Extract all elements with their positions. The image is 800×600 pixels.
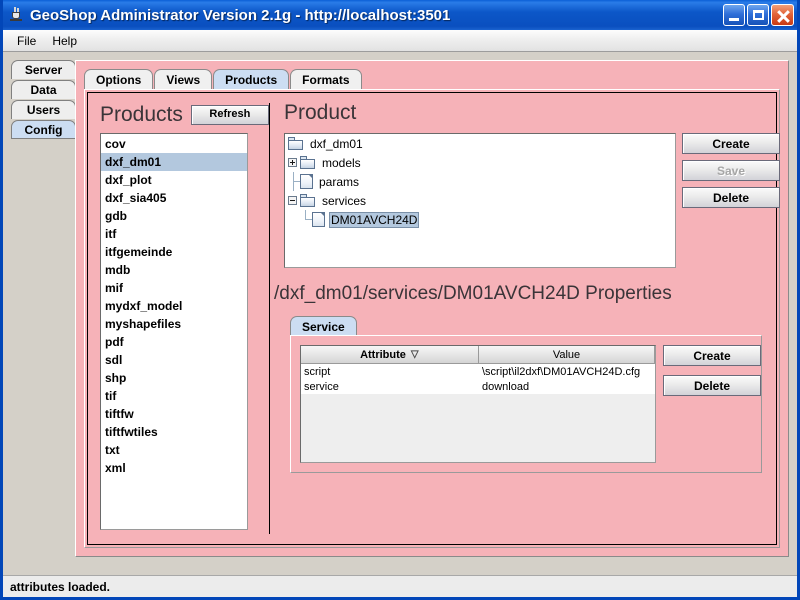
application-window: GeoShop Administrator Version 2.1g - htt… bbox=[0, 0, 800, 600]
tab-options[interactable]: Options bbox=[84, 69, 154, 90]
list-item[interactable]: sdl bbox=[101, 351, 247, 369]
sidebar-tab-data[interactable]: Data bbox=[11, 80, 76, 99]
list-item[interactable]: xml bbox=[101, 459, 247, 477]
product-create-button[interactable]: Create bbox=[682, 133, 780, 154]
table-header-row: Attribute Value bbox=[301, 346, 655, 364]
list-item[interactable]: shp bbox=[101, 369, 247, 387]
cell-attribute: script bbox=[304, 365, 331, 378]
cell-value: \script\il2dxf\DM01AVCH24D.cfg bbox=[482, 365, 641, 378]
list-item[interactable]: tif bbox=[101, 387, 247, 405]
tree-node-label: models bbox=[322, 155, 361, 170]
file-icon bbox=[300, 174, 313, 189]
products-tab-panel: Products Refresh cov dxf_dm01 dxf_plot d… bbox=[84, 89, 780, 548]
products-pane: Products Refresh cov dxf_dm01 dxf_plot d… bbox=[88, 93, 269, 544]
tree-guide bbox=[300, 210, 312, 229]
product-heading: Product bbox=[284, 101, 357, 124]
properties-heading: /dxf_dm01/services/DM01AVCH24D Propertie… bbox=[274, 283, 672, 304]
attribute-delete-button[interactable]: Delete bbox=[663, 375, 761, 396]
products-tab-inner: Products Refresh cov dxf_dm01 dxf_plot d… bbox=[87, 92, 780, 545]
list-item[interactable]: mdb bbox=[101, 261, 247, 279]
product-tree[interactable]: dxf_dm01 models params services DM01AVCH… bbox=[284, 133, 676, 268]
sort-descending-icon bbox=[411, 349, 419, 360]
vertical-tab-strip: Server Data Users Config bbox=[11, 60, 76, 140]
close-button[interactable] bbox=[771, 4, 794, 26]
products-heading: Products bbox=[100, 103, 183, 126]
list-item[interactable]: itfgemeinde bbox=[101, 243, 247, 261]
product-save-button: Save bbox=[682, 160, 780, 181]
java-coffee-cup-icon bbox=[8, 6, 25, 24]
cell-value: download bbox=[482, 380, 530, 393]
list-item[interactable]: txt bbox=[101, 441, 247, 459]
sidebar-tab-users[interactable]: Users bbox=[11, 100, 76, 119]
folder-icon bbox=[300, 194, 316, 207]
file-icon bbox=[312, 212, 325, 227]
tree-node-label: params bbox=[319, 174, 360, 189]
tab-strip: Options Views Products Formats bbox=[84, 68, 363, 90]
tree-node-label: DM01AVCH24D bbox=[329, 211, 420, 228]
tree-node-label: dxf_dm01 bbox=[310, 136, 363, 151]
table-empty-area bbox=[301, 394, 655, 462]
sidebar-tab-server[interactable]: Server bbox=[11, 60, 76, 79]
list-item[interactable]: itf bbox=[101, 225, 247, 243]
sidebar-tab-config[interactable]: Config bbox=[11, 120, 76, 139]
list-item[interactable]: cov bbox=[101, 135, 247, 153]
list-item[interactable]: dxf_sia405 bbox=[101, 189, 247, 207]
tree-node-dm01avch24d[interactable]: DM01AVCH24D bbox=[285, 210, 675, 229]
tab-views[interactable]: Views bbox=[154, 69, 213, 90]
window-controls bbox=[723, 4, 794, 26]
status-bar: attributes loaded. bbox=[3, 565, 797, 597]
list-item[interactable]: tiftfwtiles bbox=[101, 423, 247, 441]
properties-tab-strip: Service bbox=[290, 315, 357, 336]
tree-node-models[interactable]: models bbox=[285, 153, 675, 172]
refresh-button[interactable]: Refresh bbox=[190, 105, 269, 125]
table-row[interactable]: service download bbox=[301, 379, 655, 394]
tree-node-root[interactable]: dxf_dm01 bbox=[285, 134, 675, 153]
product-delete-button[interactable]: Delete bbox=[682, 187, 780, 208]
column-header-attribute[interactable]: Attribute bbox=[301, 346, 479, 364]
title-bar: GeoShop Administrator Version 2.1g - htt… bbox=[3, 0, 797, 30]
menu-help[interactable]: Help bbox=[44, 32, 85, 50]
attributes-table[interactable]: Attribute Value script \script\il2dxf\DM… bbox=[300, 345, 656, 463]
maximize-button[interactable] bbox=[747, 4, 769, 26]
expand-toggle-icon[interactable] bbox=[288, 158, 297, 167]
product-action-buttons: Create Save Delete bbox=[682, 133, 780, 214]
column-header-attribute-label: Attribute bbox=[360, 348, 406, 361]
table-row[interactable]: script \script\il2dxf\DM01AVCH24D.cfg bbox=[301, 364, 655, 379]
column-header-value[interactable]: Value bbox=[479, 346, 655, 364]
list-item[interactable]: myshapefiles bbox=[101, 315, 247, 333]
products-header: Products Refresh bbox=[100, 101, 269, 129]
collapse-toggle-icon[interactable] bbox=[288, 196, 297, 205]
content-panel: Options Views Products Formats Products … bbox=[75, 60, 789, 557]
folder-icon bbox=[300, 156, 316, 169]
tab-products[interactable]: Products bbox=[213, 69, 290, 90]
list-item[interactable]: mydxf_model bbox=[101, 297, 247, 315]
list-item[interactable]: tiftfw bbox=[101, 405, 247, 423]
tab-formats[interactable]: Formats bbox=[290, 69, 362, 90]
minimize-button[interactable] bbox=[723, 4, 745, 26]
tree-guide bbox=[288, 172, 300, 191]
product-detail-pane: Product dxf_dm01 models params services … bbox=[270, 93, 780, 544]
attribute-create-button[interactable]: Create bbox=[663, 345, 761, 366]
properties-action-buttons: Create Delete bbox=[663, 345, 761, 405]
products-list[interactable]: cov dxf_dm01 dxf_plot dxf_sia405 gdb itf… bbox=[100, 133, 248, 530]
tree-node-params[interactable]: params bbox=[285, 172, 675, 191]
tree-node-services[interactable]: services bbox=[285, 191, 675, 210]
window-title: GeoShop Administrator Version 2.1g - htt… bbox=[30, 6, 451, 24]
cell-attribute: service bbox=[304, 380, 339, 393]
list-item[interactable]: gdb bbox=[101, 207, 247, 225]
status-message: attributes loaded. bbox=[3, 575, 797, 597]
menu-bar: File Help bbox=[3, 30, 797, 52]
folder-icon bbox=[288, 137, 304, 150]
list-item[interactable]: pdf bbox=[101, 333, 247, 351]
list-item[interactable]: dxf_plot bbox=[101, 171, 247, 189]
tab-service[interactable]: Service bbox=[290, 316, 357, 336]
list-item[interactable]: mif bbox=[101, 279, 247, 297]
properties-panel: Attribute Value script \script\il2dxf\DM… bbox=[290, 335, 762, 473]
menu-file[interactable]: File bbox=[9, 32, 44, 50]
main-body: Server Data Users Config Options Views P… bbox=[3, 52, 797, 565]
tree-node-label: services bbox=[322, 193, 367, 208]
list-item[interactable]: dxf_dm01 bbox=[101, 153, 247, 171]
